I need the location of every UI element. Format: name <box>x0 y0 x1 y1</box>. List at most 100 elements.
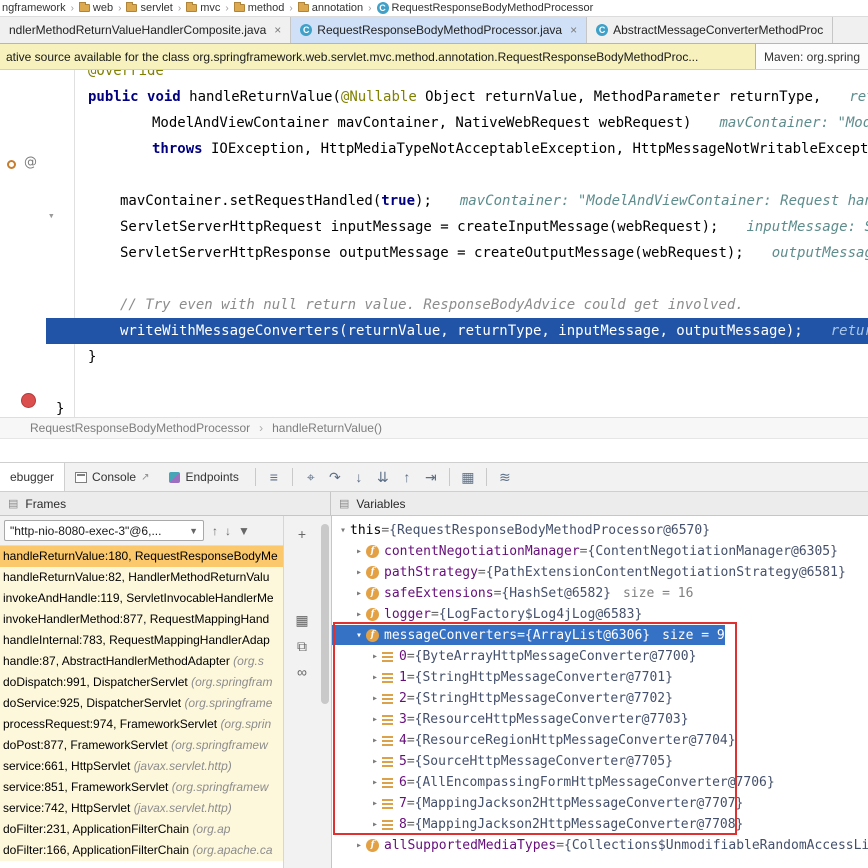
run-to-cursor-icon[interactable]: ⇥ <box>419 469 443 486</box>
expander-icon[interactable]: ▸ <box>352 541 366 561</box>
variable-value: {PathExtensionContentNegotiationStrategy… <box>486 562 846 582</box>
variable-row[interactable]: ▸fpathStrategy = {PathExtensionContentNe… <box>332 561 868 582</box>
breadcrumb-method[interactable]: handleReturnValue() <box>272 421 382 435</box>
view-breakpoints-icon[interactable]: ▦ <box>456 469 480 486</box>
variable-size: size = 16 <box>623 583 693 603</box>
frame-method: service:661, HttpServlet <box>3 759 134 773</box>
variable-row[interactable]: ▸5 = {SourceHttpMessageConverter@7705} <box>332 750 868 771</box>
expander-icon[interactable]: ▸ <box>368 793 382 813</box>
breadcrumb-item[interactable]: ngframework <box>2 2 66 14</box>
frame-row[interactable]: invokeHandlerMethod:877, RequestMappingH… <box>0 609 283 630</box>
tab-endpoints[interactable]: Endpoints <box>159 463 248 491</box>
equals-sign: = <box>431 604 439 624</box>
expander-icon[interactable]: ▸ <box>352 604 366 624</box>
breadcrumb-item[interactable]: mvc <box>186 2 220 14</box>
next-frame-icon[interactable]: ↓ <box>225 524 231 538</box>
variable-row[interactable]: ▸2 = {StringHttpMessageConverter@7702} <box>332 687 868 708</box>
frame-row[interactable]: doDispatch:991, DispatcherServlet (org.s… <box>0 672 283 693</box>
variable-row[interactable]: ▸flogger = {LogFactory$Log4jLog@6583} <box>332 603 868 624</box>
expander-icon[interactable]: ▸ <box>352 562 366 582</box>
thread-dropdown[interactable]: "http-nio-8080-exec-3"@6,... ▼ <box>4 520 204 541</box>
expander-icon[interactable]: ▾ <box>352 625 366 645</box>
step-out-icon[interactable]: ↑ <box>395 469 419 485</box>
frame-row[interactable]: handleReturnValue:180, RequestResponseBo… <box>0 546 283 567</box>
frame-row[interactable]: processRequest:974, FrameworkServlet (or… <box>0 714 283 735</box>
breakpoint-execution-icon[interactable] <box>21 393 36 408</box>
frame-row[interactable]: service:851, FrameworkServlet (org.sprin… <box>0 777 283 798</box>
layout-settings-icon[interactable]: ≋ <box>493 469 517 486</box>
expander-icon[interactable]: ▸ <box>368 730 382 750</box>
frame-row[interactable]: invokeAndHandle:119, ServletInvocableHan… <box>0 588 283 609</box>
breadcrumb-item[interactable]: annotation <box>298 2 363 14</box>
hide-library-frames-icon[interactable]: ▼ <box>238 524 250 538</box>
expander-icon[interactable]: ▸ <box>352 583 366 603</box>
breadcrumb-item[interactable]: servlet <box>126 2 172 14</box>
breadcrumb-separator: › <box>71 3 74 14</box>
source-chooser-button[interactable]: Maven: org.spring <box>755 44 868 69</box>
menu-icon[interactable]: ≡ <box>262 469 286 485</box>
breadcrumb-label: servlet <box>140 2 172 14</box>
breadcrumb-class[interactable]: RequestResponseBodyMethodProcessor <box>30 421 250 435</box>
breadcrumb-item[interactable]: web <box>79 2 113 14</box>
scrollbar-thumb[interactable] <box>321 524 329 704</box>
class-icon: C <box>377 2 389 14</box>
expander-icon[interactable]: ▸ <box>368 646 382 666</box>
expander-icon[interactable]: ▸ <box>368 688 382 708</box>
breadcrumb-item[interactable]: method <box>234 2 285 14</box>
variable-row[interactable]: ▸6 = {AllEncompassingFormHttpMessageConv… <box>332 771 868 792</box>
frame-row[interactable]: doService:925, DispatcherServlet (org.sp… <box>0 693 283 714</box>
copy-stack-icon[interactable]: ⧉ <box>284 638 320 655</box>
expander-icon[interactable]: ▸ <box>368 709 382 729</box>
variable-row[interactable]: ▾fmessageConverters = {ArrayList@6306}si… <box>332 624 868 645</box>
force-step-into-icon[interactable]: ⇊ <box>371 469 395 486</box>
step-into-icon[interactable]: ↓ <box>347 469 371 485</box>
add-watch-icon[interactable]: + <box>284 526 320 542</box>
frames-scrollbar[interactable] <box>319 516 331 868</box>
frame-method: service:742, HttpServlet <box>3 801 134 815</box>
variable-row[interactable]: ▸8 = {MappingJackson2HttpMessageConverte… <box>332 813 868 834</box>
execution-line: writeWithMessageConverters(returnValue, … <box>46 318 868 344</box>
breadcrumb-item[interactable]: CRequestResponseBodyMethodProcessor <box>377 2 594 14</box>
variable-row-content: ▸3 = {ResourceHttpMessageConverter@7703} <box>332 709 689 729</box>
frame-row[interactable]: handle:87, AbstractHandlerMethodAdapter … <box>0 651 283 672</box>
variable-row[interactable]: ▸3 = {ResourceHttpMessageConverter@7703} <box>332 708 868 729</box>
tab-close-icon[interactable]: × <box>570 23 577 37</box>
show-execution-point-icon[interactable]: ⌖ <box>299 469 323 486</box>
variable-row[interactable]: ▸fcontentNegotiationManager = {ContentNe… <box>332 540 868 561</box>
evaluate-icon[interactable]: ∞ <box>284 664 320 680</box>
expander-icon[interactable]: ▸ <box>368 814 382 834</box>
step-over-icon[interactable]: ↷ <box>323 469 347 486</box>
frame-row[interactable]: handleReturnValue:82, HandlerMethodRetur… <box>0 567 283 588</box>
tab-close-icon[interactable]: × <box>274 23 281 37</box>
restore-layout-icon[interactable]: ▦ <box>284 612 320 629</box>
frame-row[interactable]: service:742, HttpServlet (javax.servlet.… <box>0 798 283 819</box>
tab-debugger[interactable]: ebugger <box>0 463 65 491</box>
previous-frame-icon[interactable]: ↑ <box>212 524 218 538</box>
editor-tab[interactable]: CAbstractMessageConverterMethodProc <box>587 17 833 43</box>
variable-row[interactable]: ▸1 = {StringHttpMessageConverter@7701} <box>332 666 868 687</box>
frame-row[interactable]: doPost:877, FrameworkServlet (org.spring… <box>0 735 283 756</box>
variable-row[interactable]: ▾this = {RequestResponseBodyMethodProces… <box>332 519 868 540</box>
editor-tab[interactable]: CRequestResponseBodyMethodProcessor.java… <box>291 17 587 43</box>
frame-row[interactable]: doFilter:166, ApplicationFilterChain (or… <box>0 840 283 861</box>
variable-row[interactable]: ▸7 = {MappingJackson2HttpMessageConverte… <box>332 792 868 813</box>
variable-row[interactable]: ▸fallSupportedMediaTypes = {Collections$… <box>332 834 868 855</box>
frame-nav-buttons: ↑ ↓ ▼ <box>212 524 257 538</box>
expander-icon[interactable]: ▸ <box>368 667 382 687</box>
equals-sign: = <box>407 667 415 687</box>
editor-tab[interactable]: ndlerMethodReturnValueHandlerComposite.j… <box>0 17 291 43</box>
open-in-new-window-icon[interactable]: ↗ <box>141 472 149 483</box>
frame-row[interactable]: doFilter:231, ApplicationFilterChain (or… <box>0 819 283 840</box>
variable-row[interactable]: ▸fsafeExtensions = {HashSet@6582}size = … <box>332 582 868 603</box>
code-editor[interactable]: @ ▾ @Overridepublic void handleReturnVal… <box>0 70 868 417</box>
frame-row[interactable]: handleInternal:783, RequestMappingHandle… <box>0 630 283 651</box>
variable-row[interactable]: ▸0 = {ByteArrayHttpMessageConverter@7700… <box>332 645 868 666</box>
expander-icon[interactable]: ▸ <box>352 835 366 855</box>
frame-row[interactable]: service:661, HttpServlet (javax.servlet.… <box>0 756 283 777</box>
tab-console[interactable]: Console ↗ <box>65 463 159 491</box>
override-marker-icon[interactable] <box>7 160 16 169</box>
expander-icon[interactable]: ▾ <box>336 520 350 540</box>
expander-icon[interactable]: ▸ <box>368 751 382 771</box>
expander-icon[interactable]: ▸ <box>368 772 382 792</box>
variable-row[interactable]: ▸4 = {ResourceRegionHttpMessageConverter… <box>332 729 868 750</box>
